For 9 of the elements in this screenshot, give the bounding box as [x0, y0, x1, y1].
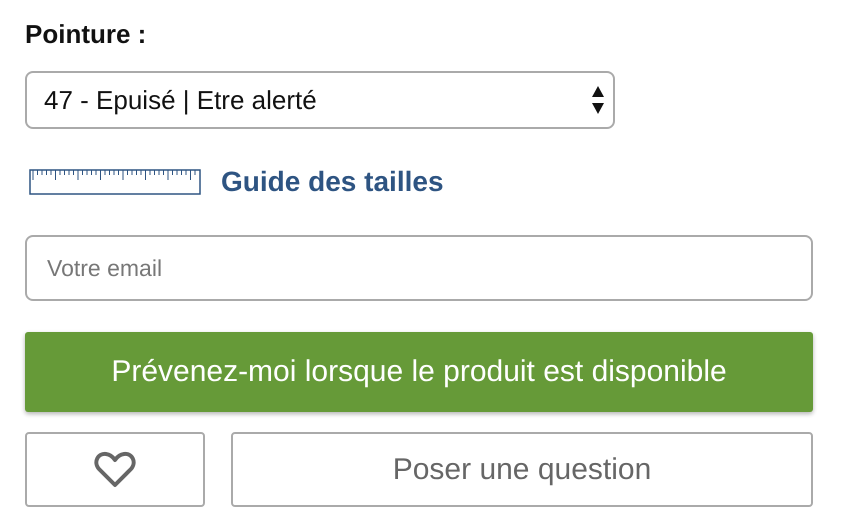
ruler-icon: [29, 169, 201, 195]
size-select[interactable]: 47 - Epuisé | Etre alerté: [25, 71, 615, 129]
email-field[interactable]: Votre email: [25, 235, 813, 301]
select-arrows-icon: [591, 85, 605, 115]
heart-icon: [94, 450, 136, 488]
size-label: Pointure :: [25, 18, 146, 50]
wishlist-button[interactable]: [25, 432, 205, 507]
size-guide-link[interactable]: Guide des tailles: [221, 166, 444, 198]
ask-question-button[interactable]: Poser une question: [231, 432, 813, 507]
